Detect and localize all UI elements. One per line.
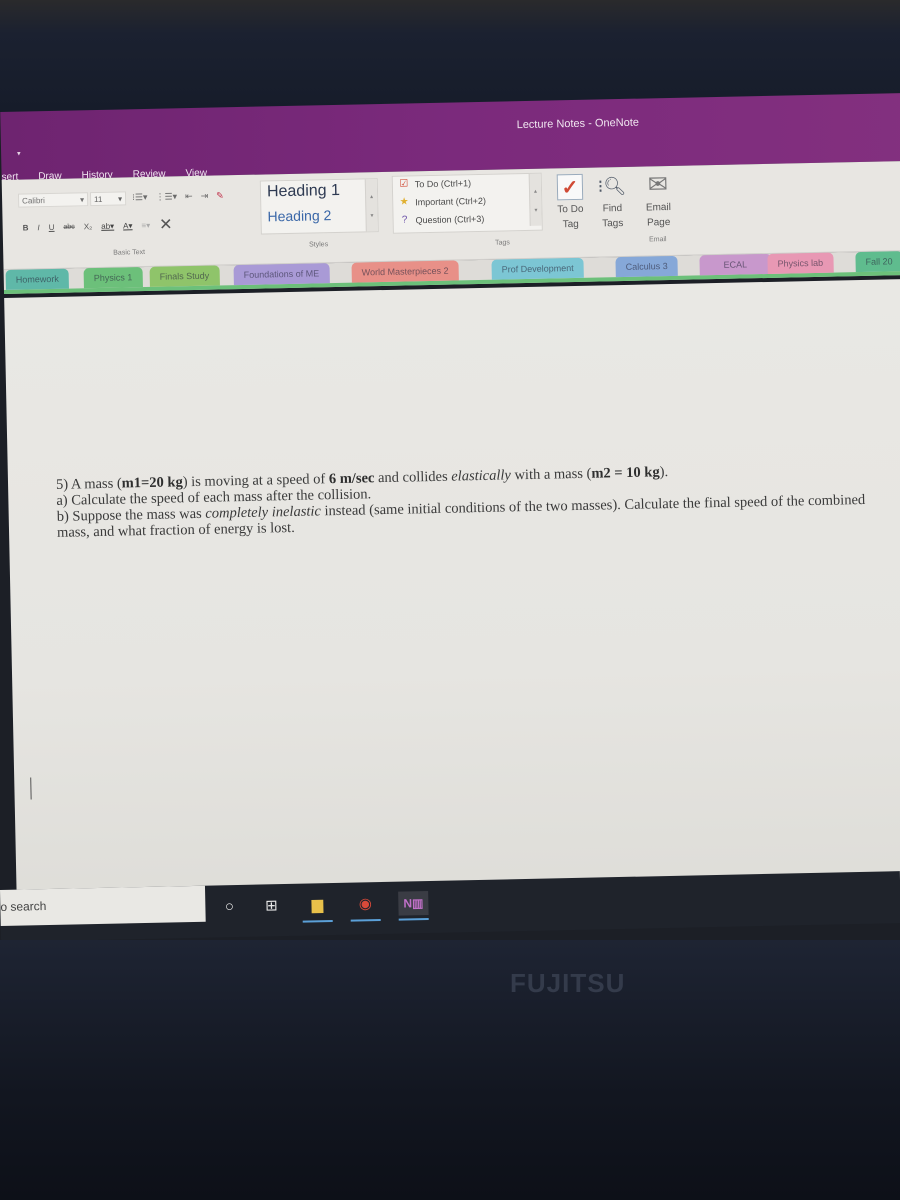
scroll-up-icon[interactable]: ▴ [530,188,541,195]
tags-gallery: ☑ To Do (Ctrl+1) ★ Important (Ctrl+2) ? … [391,172,543,234]
monitor-brand-logo: FUJITSU [510,968,626,998]
find-tags-button[interactable]: ⁝🔍︎ Find Tags [592,173,633,232]
onenote-icon[interactable]: N▥ [398,891,429,921]
section-tab-label: Physics lab [777,257,824,269]
email-label-1: Email [645,201,672,214]
cortana-icon[interactable]: ○ [214,895,244,920]
checkbox-icon: ☑ [399,178,409,190]
styles-scroll[interactable]: ▴ ▾ [364,179,378,232]
tags-scroll[interactable]: ▴ ▾ [528,173,542,226]
email-label-2: Page [646,216,671,229]
more-styles-icon[interactable]: ▾ [366,212,377,219]
file-explorer-icon[interactable]: ▆ [302,893,333,923]
increase-indent-icon[interactable]: ⇥ [201,191,209,202]
section-tab-label: ECAL [723,259,748,270]
email-page-button[interactable]: ✉ Email Page [638,171,679,231]
tag-label: To Do (Ctrl+1) [414,177,472,189]
tags-group-label: Tags [495,239,510,247]
decrease-indent-icon[interactable]: ⇤ [185,191,193,202]
note-content[interactable]: 5) A mass (m1=20 kg) is moving at a spee… [56,460,887,541]
basic-text-group-label: Basic Text [113,248,146,257]
monitor-bezel-bottom [0,940,900,1200]
tag-label: Question (Ctrl+3) [415,213,485,225]
list-indent-controls: ⁝☰▾ ⋮☰▾ ⇤ ⇥ ✎ [132,190,224,203]
styles-group-label: Styles [309,241,329,249]
tag-important[interactable]: ★ Important (Ctrl+2) [399,195,486,208]
tag-question[interactable]: ? Question (Ctrl+3) [399,213,485,226]
section-tab-world-masterpieces-2[interactable]: World Masterpieces 2 [351,260,459,283]
window-title: Lecture Notes - OneNote [517,117,640,132]
onenote-window: ▾ Lecture Notes - OneNote sert Draw Hist… [0,81,900,940]
text-cursor [30,777,32,800]
search-placeholder: o search [0,899,47,914]
section-tab-ecal[interactable]: ECAL [699,253,772,276]
chevron-down-icon: ▾ [79,195,85,205]
italic-button[interactable]: I [37,223,39,232]
heading-2-style[interactable]: Heading 2 [267,207,331,224]
quick-access-dropdown-icon[interactable]: ▾ [17,150,21,158]
section-tab-physics-lab[interactable]: Physics lab [767,252,834,274]
page-canvas[interactable]: 5) A mass (m1=20 kg) is moving at a spee… [4,278,900,938]
font-size-value: 11 [94,194,103,205]
bullet-list-icon[interactable]: ⁝☰▾ [132,192,148,203]
checkmark-icon: ✓ [556,173,584,201]
scroll-up-icon[interactable]: ▴ [366,193,377,200]
underline-button[interactable]: U [49,222,55,231]
section-tab-label: World Masterpieces 2 [361,265,449,278]
question-icon: ? [401,214,408,226]
section-tab-physics-1[interactable]: Physics 1 [83,267,143,289]
font-name-value: Calibri [22,196,45,206]
find-tags-label-1: Find [602,202,623,215]
section-tab-calculus-3[interactable]: Calculus 3 [615,255,678,278]
font-color-icon[interactable]: A▾ [123,221,133,230]
section-tab-fall-20[interactable]: Fall 20 [855,251,900,273]
todo-tag-label-2: Tag [562,218,579,231]
clear-formatting-icon[interactable]: ✎ [216,190,224,201]
section-tab-prof-development[interactable]: Prof Development [491,257,584,280]
chevron-down-icon: ▾ [117,194,123,204]
heading-1-style[interactable]: Heading 1 [267,182,340,202]
section-tab-finals-study[interactable]: Finals Study [149,265,220,287]
more-tags-icon[interactable]: ▾ [530,207,541,214]
delete-icon[interactable]: ✕ [159,214,173,234]
bold-button[interactable]: B [23,223,29,232]
strikethrough-button[interactable]: abc [63,223,74,230]
section-tab-label: Foundations of ME [243,268,320,280]
format-buttons: B I U abc X₂ ab▾ A▾ ≡▾ ✕ [22,214,173,237]
subscript-button[interactable]: X₂ [84,222,93,231]
font-name-dropdown[interactable]: Calibri ▾ [17,192,89,208]
todo-tag-button[interactable]: ✓ To Do Tag [550,173,591,233]
section-tab-label: Calculus 3 [625,261,668,272]
section-tab-label: Homework [15,273,59,285]
font-size-dropdown[interactable]: 11 ▾ [89,191,127,207]
notebook-title: Lecture Notes [516,117,586,132]
envelope-icon: ✉ [647,171,669,199]
star-icon: ★ [399,196,409,208]
tag-todo[interactable]: ☑ To Do (Ctrl+1) [399,177,471,190]
todo-tag-label-1: To Do [557,203,584,216]
title-separator: - [588,117,592,130]
chrome-icon[interactable]: ◉ [350,892,381,922]
highlight-color-icon[interactable]: ab▾ [101,221,114,230]
find-tags-label-2: Tags [602,217,624,230]
app-name: OneNote [594,116,640,130]
section-tab-homework[interactable]: Homework [5,268,69,290]
section-tab-label: Fall 20 [865,256,893,267]
taskbar-search[interactable]: o search [0,885,206,926]
section-tab-label: Finals Study [159,270,210,282]
section-tab-label: Physics 1 [93,272,133,284]
find-tags-icon: ⁝🔍︎ [597,175,627,197]
section-tab-foundations-of-me[interactable]: Foundations of ME [233,263,330,286]
task-view-icon[interactable]: ⊞ [256,894,286,919]
align-icon[interactable]: ≡▾ [141,220,150,229]
section-tab-label: Prof Development [501,263,574,275]
numbered-list-icon[interactable]: ⋮☰▾ [155,191,177,202]
tag-label: Important (Ctrl+2) [415,195,487,207]
styles-gallery: Heading 1 Heading 2 ▴ ▾ [259,178,379,235]
email-group-label: Email [648,236,667,244]
